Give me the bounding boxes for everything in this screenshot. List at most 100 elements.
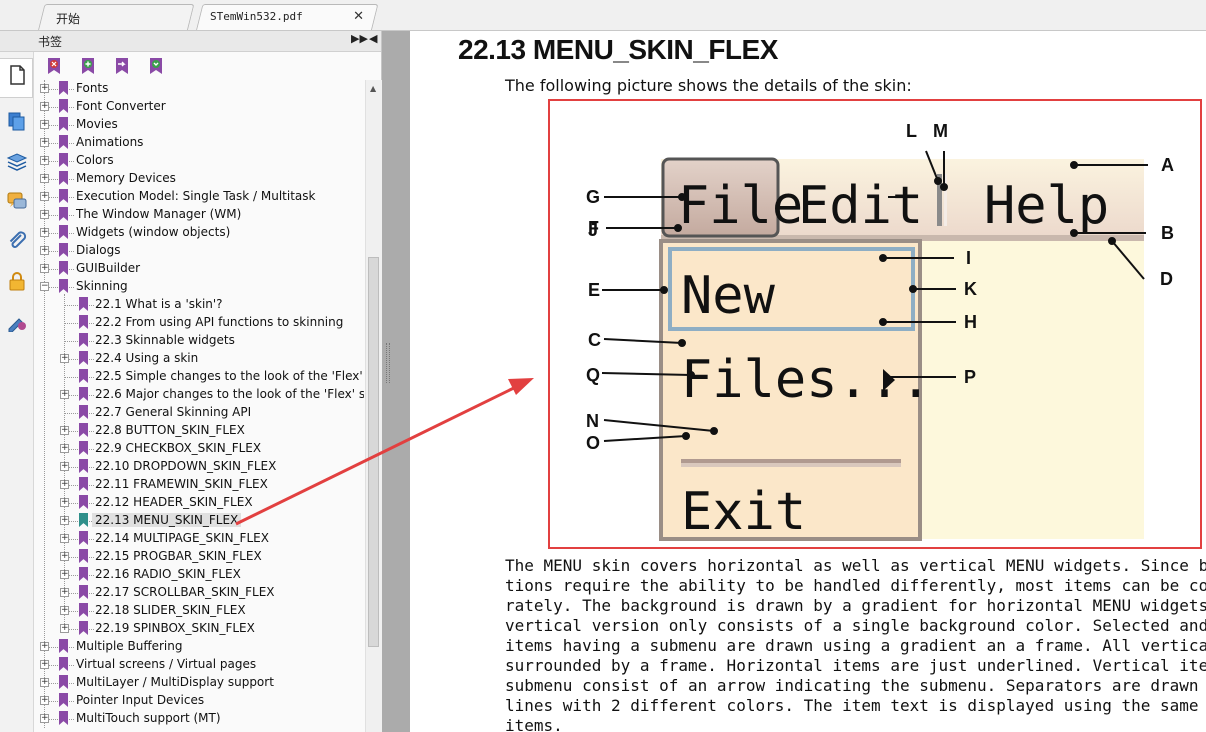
layers-icon[interactable] <box>6 150 28 172</box>
tab-document[interactable]: STemWin532.pdf ✕ <box>196 4 379 30</box>
bookmark-item[interactable]: + Pointer Input Devices <box>34 692 364 710</box>
bookmark-label: 22.7 General Skinning API <box>95 405 252 419</box>
add-bookmark-icon[interactable] <box>80 57 96 75</box>
bookmark-item[interactable]: +22.8 BUTTON_SKIN_FLEX <box>34 422 364 440</box>
expand-icon[interactable]: + <box>40 696 49 705</box>
bookmark-item[interactable]: +22.16 RADIO_SKIN_FLEX <box>34 566 364 584</box>
bookmark-item[interactable]: + Movies <box>34 116 364 134</box>
expand-icon[interactable]: + <box>40 642 49 651</box>
close-icon[interactable]: ✕ <box>353 9 364 24</box>
bookmark-item[interactable]: +22.13 MENU_SKIN_FLEX <box>34 512 364 530</box>
expand-icon[interactable]: + <box>40 246 49 255</box>
bookmark-item[interactable]: + Font Converter <box>34 98 364 116</box>
expand-icon[interactable]: + <box>60 552 69 561</box>
bookmark-item[interactable]: + Execution Model: Single Task / Multitas… <box>34 188 364 206</box>
bookmark-item[interactable]: + GUIBuilder <box>34 260 364 278</box>
collapse-icon[interactable]: − <box>40 282 49 291</box>
expand-icon[interactable]: + <box>60 426 69 435</box>
expand-icon[interactable]: + <box>40 714 49 723</box>
scroll-thumb[interactable] <box>368 257 379 647</box>
bookmark-item[interactable]: +22.11 FRAMEWIN_SKIN_FLEX <box>34 476 364 494</box>
expand-icon[interactable]: + <box>40 264 49 273</box>
bookmark-item[interactable]: + Animations <box>34 134 364 152</box>
bookmark-icon <box>59 243 68 257</box>
bookmark-label: 22.8 BUTTON_SKIN_FLEX <box>95 423 245 437</box>
expand-icon[interactable]: + <box>40 174 49 183</box>
page-thumbnails-icon[interactable] <box>6 64 28 86</box>
expand-icon[interactable]: + <box>40 228 49 237</box>
expand-icon[interactable]: + <box>60 588 69 597</box>
expand-icon[interactable]: + <box>40 660 49 669</box>
callout-a: A <box>1161 155 1174 175</box>
bookmark-item[interactable]: 22.7 General Skinning API <box>34 404 364 422</box>
bookmark-item[interactable]: +22.15 PROGBAR_SKIN_FLEX <box>34 548 364 566</box>
expand-icon[interactable]: + <box>40 102 49 111</box>
scroll-up-icon[interactable]: ▲ <box>370 84 376 93</box>
comments-icon[interactable] <box>6 190 28 212</box>
bookmark-item[interactable]: +22.6 Major changes to the look of the '… <box>34 386 364 404</box>
splitter-grip[interactable] <box>386 343 390 383</box>
bookmark-item[interactable]: + Fonts <box>34 80 364 98</box>
bookmark-item[interactable]: 22.3 Skinnable widgets <box>34 332 364 350</box>
sidebar-scrollbar[interactable]: ▲ <box>365 80 382 732</box>
bookmark-item[interactable]: +22.12 HEADER_SKIN_FLEX <box>34 494 364 512</box>
expand-icon[interactable]: + <box>40 192 49 201</box>
expand-icon[interactable]: + <box>60 516 69 525</box>
expand-icon[interactable]: + <box>60 462 69 471</box>
bookmark-item[interactable]: + Memory Devices <box>34 170 364 188</box>
bookmark-icon <box>59 81 68 95</box>
expand-icon[interactable]: + <box>60 534 69 543</box>
bookmark-icon <box>79 621 88 635</box>
expand-icon[interactable]: + <box>60 624 69 633</box>
bookmark-label: 22.17 SCROLLBAR_SKIN_FLEX <box>95 585 275 599</box>
expand-icon[interactable]: + <box>40 138 49 147</box>
expand-icon[interactable]: + <box>40 678 49 687</box>
expand-icon[interactable]: + <box>60 390 69 399</box>
bookmark-item[interactable]: + Colors <box>34 152 364 170</box>
bookmark-options-icon[interactable] <box>148 57 164 75</box>
bookmark-item[interactable]: + Dialogs <box>34 242 364 260</box>
bookmark-item[interactable]: +22.4 Using a skin <box>34 350 364 368</box>
bookmark-item[interactable]: + MultiTouch support (MT) <box>34 710 364 728</box>
expand-icon[interactable]: + <box>60 498 69 507</box>
bookmark-item[interactable]: − Skinning <box>34 278 364 296</box>
bookmark-item[interactable]: 22.5 Simple changes to the look of the '… <box>34 368 364 386</box>
bookmark-item[interactable]: +22.10 DROPDOWN_SKIN_FLEX <box>34 458 364 476</box>
expand-icon[interactable]: + <box>40 156 49 165</box>
expand-icon[interactable]: + <box>40 120 49 129</box>
bookmark-icon <box>59 171 68 185</box>
security-icon[interactable] <box>6 270 28 292</box>
paragraph-line: tions require the ability to be handled … <box>505 576 1206 595</box>
tab-home[interactable]: 开始 <box>38 4 195 30</box>
side-icon-strip <box>0 52 34 732</box>
bookmark-item[interactable]: 22.1 What is a 'skin'? <box>34 296 364 314</box>
expand-icon[interactable]: + <box>60 480 69 489</box>
bookmark-item[interactable]: +22.17 SCROLLBAR_SKIN_FLEX <box>34 584 364 602</box>
bookmark-item[interactable]: +22.14 MULTIPAGE_SKIN_FLEX <box>34 530 364 548</box>
bookmark-label: Multiple Buffering <box>76 639 183 653</box>
pages-icon[interactable] <box>6 110 28 132</box>
expand-icon[interactable]: + <box>60 606 69 615</box>
bookmark-item[interactable]: + Virtual screens / Virtual pages <box>34 656 364 674</box>
bookmark-item[interactable]: + Multiple Buffering <box>34 638 364 656</box>
bookmark-item[interactable]: +22.19 SPINBOX_SKIN_FLEX <box>34 620 364 638</box>
go-to-bookmark-icon[interactable] <box>114 57 130 75</box>
panel-splitter[interactable] <box>382 31 410 732</box>
expand-icon[interactable]: + <box>40 210 49 219</box>
signature-icon[interactable] <box>6 310 28 332</box>
bookmark-item[interactable]: 22.2 From using API functions to skinnin… <box>34 314 364 332</box>
attachments-icon[interactable] <box>6 230 28 252</box>
bookmark-item[interactable]: +22.18 SLIDER_SKIN_FLEX <box>34 602 364 620</box>
collapse-panel-icon[interactable]: ◀ <box>369 32 377 45</box>
expand-icon[interactable]: + <box>60 354 69 363</box>
expand-icon[interactable]: + <box>40 84 49 93</box>
bookmark-label: 22.19 SPINBOX_SKIN_FLEX <box>95 621 255 635</box>
bookmark-item[interactable]: +22.9 CHECKBOX_SKIN_FLEX <box>34 440 364 458</box>
bookmark-item[interactable]: + Widgets (window objects) <box>34 224 364 242</box>
expand-icon[interactable]: + <box>60 444 69 453</box>
bookmark-item[interactable]: + The Window Manager (WM) <box>34 206 364 224</box>
bookmark-item[interactable]: + MultiLayer / MultiDisplay support <box>34 674 364 692</box>
expand-panel-icon[interactable]: ▶▶ <box>351 32 368 45</box>
delete-bookmark-icon[interactable] <box>46 57 62 75</box>
expand-icon[interactable]: + <box>60 570 69 579</box>
